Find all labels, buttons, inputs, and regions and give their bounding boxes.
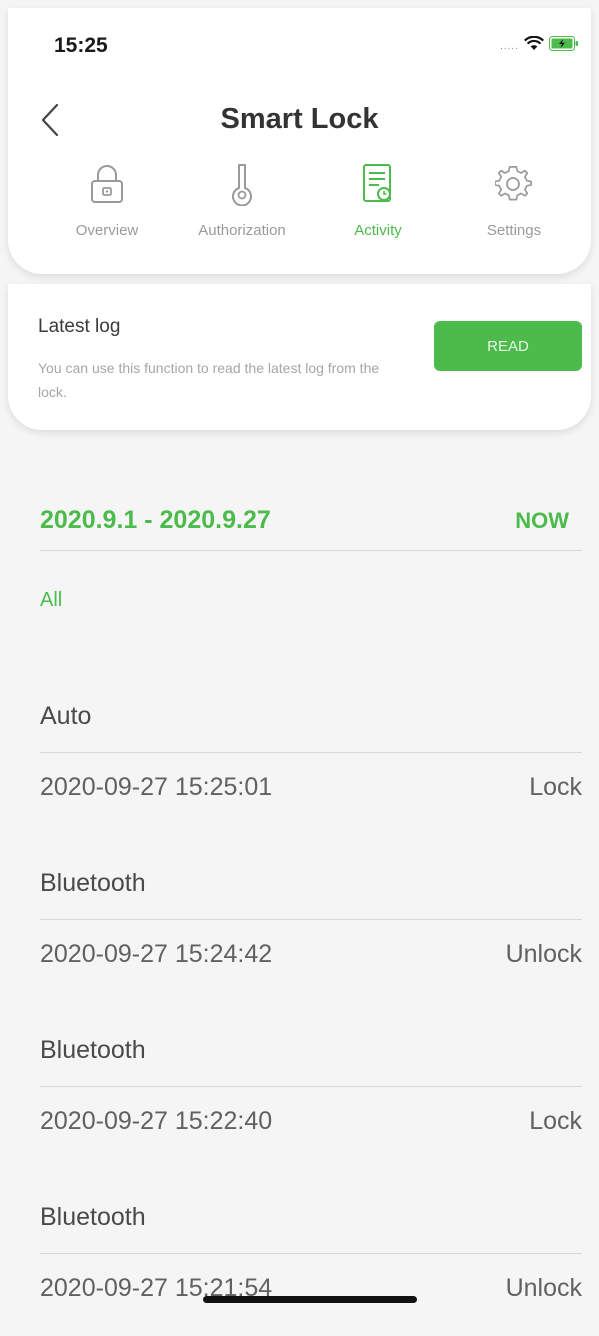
- log-entry-row[interactable]: 2020-09-27 15:21:54 Unlock: [40, 1254, 582, 1336]
- log-group-header: Bluetooth: [40, 1169, 582, 1254]
- latest-log-title: Latest log: [38, 316, 121, 337]
- filter-all-option[interactable]: All: [40, 589, 62, 612]
- log-entry-action: Lock: [529, 1107, 582, 1135]
- latest-log-description: You can use this function to read the la…: [38, 360, 380, 400]
- signal-dots-icon: .....: [500, 40, 519, 52]
- now-button[interactable]: NOW: [515, 508, 569, 534]
- log-group-header: Bluetooth: [40, 835, 582, 920]
- divider: [40, 550, 582, 551]
- log-entry-action: Unlock: [505, 1274, 582, 1302]
- tab-settings[interactable]: Settings: [446, 162, 582, 258]
- log-entry-action: Unlock: [505, 940, 582, 968]
- log-group: Bluetooth 2020-09-27 15:24:42 Unlock: [40, 835, 582, 1002]
- status-icons: .....: [500, 35, 579, 56]
- gear-icon: [492, 162, 536, 206]
- log-entry-time: 2020-09-27 15:22:40: [40, 1107, 273, 1135]
- log-entry-action: Lock: [529, 773, 582, 801]
- log-entry-time: 2020-09-27 15:24:42: [40, 940, 273, 968]
- tab-label: Settings: [486, 222, 542, 239]
- log-source: Auto: [40, 702, 92, 730]
- battery-icon: [549, 36, 579, 56]
- key-icon: [220, 162, 264, 206]
- date-range-picker[interactable]: 2020.9.1 - 2020.9.27: [40, 506, 271, 535]
- page-title: Smart Lock: [220, 103, 379, 135]
- lock-icon: [85, 162, 129, 206]
- tab-overview[interactable]: Overview: [39, 162, 175, 258]
- home-indicator[interactable]: [203, 1296, 417, 1303]
- log-group: Bluetooth 2020-09-27 15:22:40 Lock: [40, 1002, 582, 1169]
- tab-activity[interactable]: Activity: [310, 162, 446, 258]
- log-entry-row[interactable]: 2020-09-27 15:24:42 Unlock: [40, 920, 582, 1002]
- read-button[interactable]: READ: [434, 321, 582, 371]
- log-group: Bluetooth 2020-09-27 15:21:54 Unlock: [40, 1169, 582, 1336]
- wifi-icon: [524, 35, 544, 56]
- log-entry-time: 2020-09-27 15:25:01: [40, 773, 273, 801]
- log-list-icon: [356, 162, 400, 206]
- status-time: 15:25: [54, 34, 108, 57]
- tab-label: Authorization: [198, 222, 286, 239]
- log-entry-row[interactable]: 2020-09-27 15:22:40 Lock: [40, 1087, 582, 1169]
- log-entry-row[interactable]: 2020-09-27 15:25:01 Lock: [40, 753, 582, 835]
- tab-authorization[interactable]: Authorization: [174, 162, 310, 258]
- log-group-header: Bluetooth: [40, 1002, 582, 1087]
- log-source: Bluetooth: [40, 869, 146, 897]
- log-source: Bluetooth: [40, 1036, 146, 1064]
- log-group-header: Auto: [40, 668, 582, 753]
- log-list[interactable]: Auto 2020-09-27 15:25:01 Lock Bluetooth …: [40, 668, 582, 1336]
- tab-label: Overview: [75, 222, 139, 239]
- log-group: Auto 2020-09-27 15:25:01 Lock: [40, 668, 582, 835]
- log-source: Bluetooth: [40, 1203, 146, 1231]
